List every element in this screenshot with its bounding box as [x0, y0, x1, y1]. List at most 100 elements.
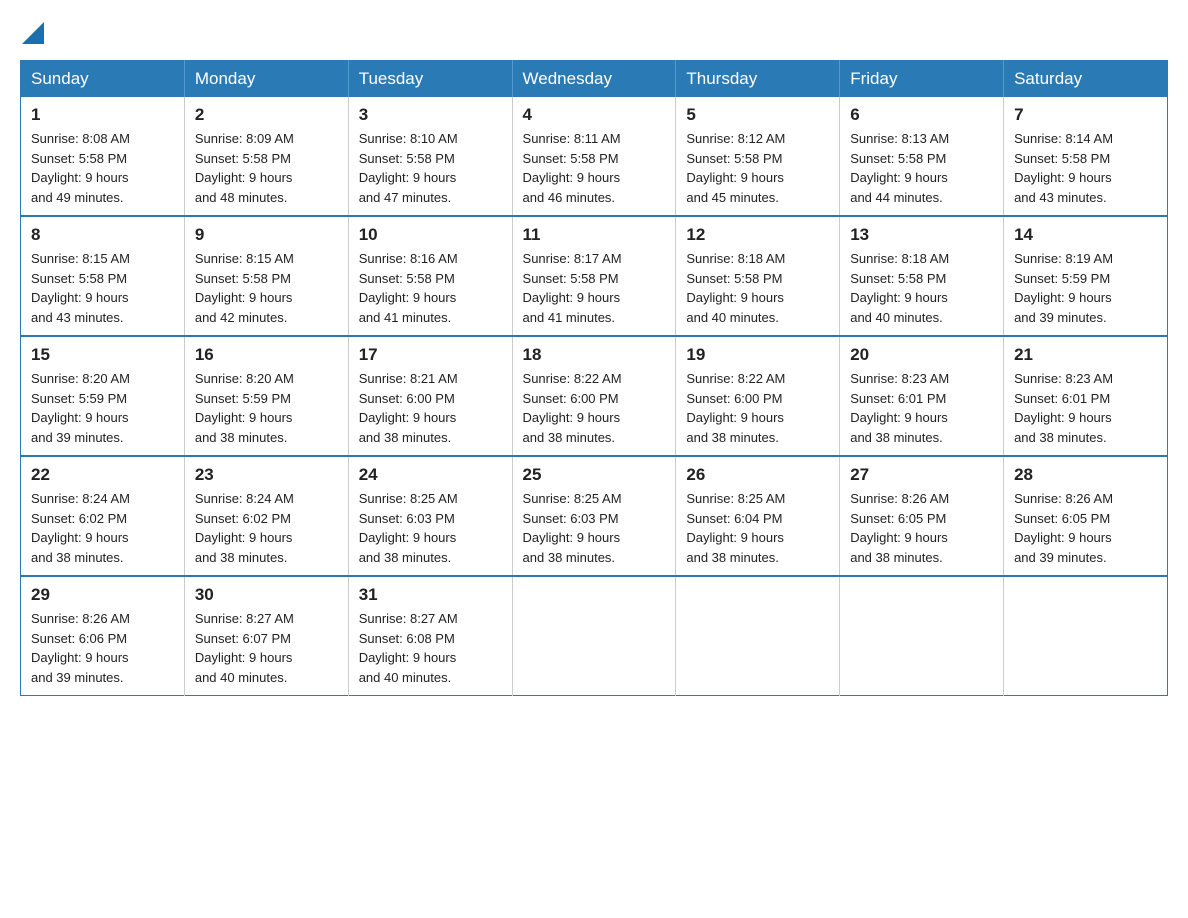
- header-thursday: Thursday: [676, 61, 840, 98]
- day-info: Sunrise: 8:18 AM Sunset: 5:58 PM Dayligh…: [686, 249, 829, 327]
- day-number: 11: [523, 225, 666, 245]
- day-number: 21: [1014, 345, 1157, 365]
- calendar-cell-w3-d6: 20 Sunrise: 8:23 AM Sunset: 6:01 PM Dayl…: [840, 336, 1004, 456]
- calendar-cell-w5-d6: [840, 576, 1004, 696]
- day-info: Sunrise: 8:20 AM Sunset: 5:59 PM Dayligh…: [195, 369, 338, 447]
- day-info: Sunrise: 8:15 AM Sunset: 5:58 PM Dayligh…: [195, 249, 338, 327]
- day-number: 29: [31, 585, 174, 605]
- calendar-cell-w1-d3: 3 Sunrise: 8:10 AM Sunset: 5:58 PM Dayli…: [348, 97, 512, 216]
- calendar-cell-w4-d7: 28 Sunrise: 8:26 AM Sunset: 6:05 PM Dayl…: [1004, 456, 1168, 576]
- day-info: Sunrise: 8:24 AM Sunset: 6:02 PM Dayligh…: [195, 489, 338, 567]
- header-sunday: Sunday: [21, 61, 185, 98]
- calendar-cell-w5-d2: 30 Sunrise: 8:27 AM Sunset: 6:07 PM Dayl…: [184, 576, 348, 696]
- calendar-cell-w1-d4: 4 Sunrise: 8:11 AM Sunset: 5:58 PM Dayli…: [512, 97, 676, 216]
- day-number: 15: [31, 345, 174, 365]
- day-number: 16: [195, 345, 338, 365]
- day-number: 14: [1014, 225, 1157, 245]
- day-info: Sunrise: 8:15 AM Sunset: 5:58 PM Dayligh…: [31, 249, 174, 327]
- day-number: 26: [686, 465, 829, 485]
- calendar-cell-w2-d5: 12 Sunrise: 8:18 AM Sunset: 5:58 PM Dayl…: [676, 216, 840, 336]
- day-info: Sunrise: 8:19 AM Sunset: 5:59 PM Dayligh…: [1014, 249, 1157, 327]
- day-number: 30: [195, 585, 338, 605]
- calendar-cell-w2-d3: 10 Sunrise: 8:16 AM Sunset: 5:58 PM Dayl…: [348, 216, 512, 336]
- day-number: 17: [359, 345, 502, 365]
- day-info: Sunrise: 8:14 AM Sunset: 5:58 PM Dayligh…: [1014, 129, 1157, 207]
- calendar-cell-w4-d5: 26 Sunrise: 8:25 AM Sunset: 6:04 PM Dayl…: [676, 456, 840, 576]
- logo-triangle-icon: [22, 22, 44, 44]
- calendar-cell-w1-d1: 1 Sunrise: 8:08 AM Sunset: 5:58 PM Dayli…: [21, 97, 185, 216]
- calendar-table: SundayMondayTuesdayWednesdayThursdayFrid…: [20, 60, 1168, 696]
- header-wednesday: Wednesday: [512, 61, 676, 98]
- calendar-cell-w3-d3: 17 Sunrise: 8:21 AM Sunset: 6:00 PM Dayl…: [348, 336, 512, 456]
- day-info: Sunrise: 8:27 AM Sunset: 6:07 PM Dayligh…: [195, 609, 338, 687]
- day-info: Sunrise: 8:22 AM Sunset: 6:00 PM Dayligh…: [523, 369, 666, 447]
- week-row-2: 8 Sunrise: 8:15 AM Sunset: 5:58 PM Dayli…: [21, 216, 1168, 336]
- day-number: 4: [523, 105, 666, 125]
- calendar-cell-w3-d1: 15 Sunrise: 8:20 AM Sunset: 5:59 PM Dayl…: [21, 336, 185, 456]
- day-number: 20: [850, 345, 993, 365]
- calendar-cell-w2-d2: 9 Sunrise: 8:15 AM Sunset: 5:58 PM Dayli…: [184, 216, 348, 336]
- calendar-cell-w1-d2: 2 Sunrise: 8:09 AM Sunset: 5:58 PM Dayli…: [184, 97, 348, 216]
- day-info: Sunrise: 8:26 AM Sunset: 6:05 PM Dayligh…: [1014, 489, 1157, 567]
- day-number: 31: [359, 585, 502, 605]
- header-tuesday: Tuesday: [348, 61, 512, 98]
- calendar-cell-w4-d1: 22 Sunrise: 8:24 AM Sunset: 6:02 PM Dayl…: [21, 456, 185, 576]
- calendar-cell-w5-d3: 31 Sunrise: 8:27 AM Sunset: 6:08 PM Dayl…: [348, 576, 512, 696]
- day-info: Sunrise: 8:25 AM Sunset: 6:03 PM Dayligh…: [359, 489, 502, 567]
- calendar-cell-w3-d4: 18 Sunrise: 8:22 AM Sunset: 6:00 PM Dayl…: [512, 336, 676, 456]
- day-number: 18: [523, 345, 666, 365]
- week-row-3: 15 Sunrise: 8:20 AM Sunset: 5:59 PM Dayl…: [21, 336, 1168, 456]
- calendar-cell-w5-d4: [512, 576, 676, 696]
- calendar-cell-w1-d6: 6 Sunrise: 8:13 AM Sunset: 5:58 PM Dayli…: [840, 97, 1004, 216]
- calendar-cell-w2-d1: 8 Sunrise: 8:15 AM Sunset: 5:58 PM Dayli…: [21, 216, 185, 336]
- day-number: 27: [850, 465, 993, 485]
- day-number: 13: [850, 225, 993, 245]
- day-info: Sunrise: 8:20 AM Sunset: 5:59 PM Dayligh…: [31, 369, 174, 447]
- calendar-cell-w5-d5: [676, 576, 840, 696]
- calendar-cell-w4-d6: 27 Sunrise: 8:26 AM Sunset: 6:05 PM Dayl…: [840, 456, 1004, 576]
- header-friday: Friday: [840, 61, 1004, 98]
- day-info: Sunrise: 8:08 AM Sunset: 5:58 PM Dayligh…: [31, 129, 174, 207]
- calendar-cell-w5-d7: [1004, 576, 1168, 696]
- day-number: 24: [359, 465, 502, 485]
- day-number: 25: [523, 465, 666, 485]
- calendar-cell-w3-d2: 16 Sunrise: 8:20 AM Sunset: 5:59 PM Dayl…: [184, 336, 348, 456]
- day-number: 6: [850, 105, 993, 125]
- day-number: 10: [359, 225, 502, 245]
- calendar-cell-w2-d4: 11 Sunrise: 8:17 AM Sunset: 5:58 PM Dayl…: [512, 216, 676, 336]
- day-info: Sunrise: 8:10 AM Sunset: 5:58 PM Dayligh…: [359, 129, 502, 207]
- day-info: Sunrise: 8:26 AM Sunset: 6:06 PM Dayligh…: [31, 609, 174, 687]
- calendar-header-row: SundayMondayTuesdayWednesdayThursdayFrid…: [21, 61, 1168, 98]
- day-number: 22: [31, 465, 174, 485]
- day-info: Sunrise: 8:23 AM Sunset: 6:01 PM Dayligh…: [850, 369, 993, 447]
- day-info: Sunrise: 8:22 AM Sunset: 6:00 PM Dayligh…: [686, 369, 829, 447]
- calendar-cell-w2-d7: 14 Sunrise: 8:19 AM Sunset: 5:59 PM Dayl…: [1004, 216, 1168, 336]
- calendar-cell-w4-d3: 24 Sunrise: 8:25 AM Sunset: 6:03 PM Dayl…: [348, 456, 512, 576]
- day-info: Sunrise: 8:13 AM Sunset: 5:58 PM Dayligh…: [850, 129, 993, 207]
- page-header: [20, 20, 1168, 44]
- day-info: Sunrise: 8:18 AM Sunset: 5:58 PM Dayligh…: [850, 249, 993, 327]
- calendar-cell-w4-d2: 23 Sunrise: 8:24 AM Sunset: 6:02 PM Dayl…: [184, 456, 348, 576]
- day-number: 3: [359, 105, 502, 125]
- day-info: Sunrise: 8:12 AM Sunset: 5:58 PM Dayligh…: [686, 129, 829, 207]
- day-number: 1: [31, 105, 174, 125]
- day-number: 12: [686, 225, 829, 245]
- day-info: Sunrise: 8:16 AM Sunset: 5:58 PM Dayligh…: [359, 249, 502, 327]
- day-info: Sunrise: 8:27 AM Sunset: 6:08 PM Dayligh…: [359, 609, 502, 687]
- calendar-cell-w5-d1: 29 Sunrise: 8:26 AM Sunset: 6:06 PM Dayl…: [21, 576, 185, 696]
- day-number: 2: [195, 105, 338, 125]
- calendar-cell-w3-d7: 21 Sunrise: 8:23 AM Sunset: 6:01 PM Dayl…: [1004, 336, 1168, 456]
- day-number: 23: [195, 465, 338, 485]
- day-info: Sunrise: 8:11 AM Sunset: 5:58 PM Dayligh…: [523, 129, 666, 207]
- day-number: 7: [1014, 105, 1157, 125]
- day-info: Sunrise: 8:09 AM Sunset: 5:58 PM Dayligh…: [195, 129, 338, 207]
- day-number: 5: [686, 105, 829, 125]
- day-number: 8: [31, 225, 174, 245]
- day-info: Sunrise: 8:25 AM Sunset: 6:04 PM Dayligh…: [686, 489, 829, 567]
- day-info: Sunrise: 8:24 AM Sunset: 6:02 PM Dayligh…: [31, 489, 174, 567]
- calendar-cell-w3-d5: 19 Sunrise: 8:22 AM Sunset: 6:00 PM Dayl…: [676, 336, 840, 456]
- day-number: 19: [686, 345, 829, 365]
- day-info: Sunrise: 8:21 AM Sunset: 6:00 PM Dayligh…: [359, 369, 502, 447]
- day-number: 9: [195, 225, 338, 245]
- day-number: 28: [1014, 465, 1157, 485]
